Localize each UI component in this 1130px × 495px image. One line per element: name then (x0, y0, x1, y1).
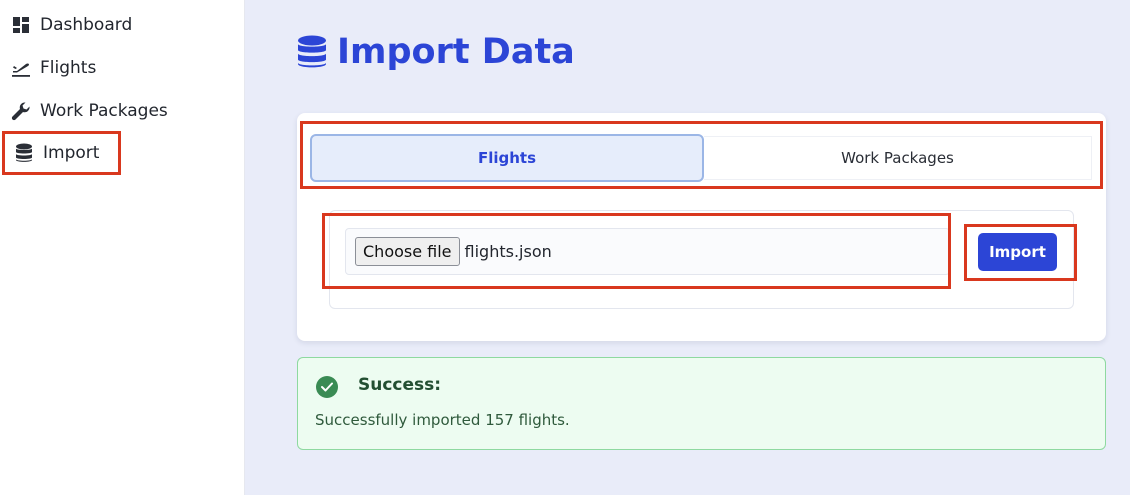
sidebar-item-work-packages[interactable]: Work Packages (10, 96, 168, 126)
sidebar-item-label: Flights (40, 58, 97, 78)
alert-title: Success: (358, 375, 442, 395)
success-alert: Success: Successfully imported 157 fligh… (297, 357, 1106, 450)
check-circle-icon (316, 376, 338, 398)
dashboard-icon (10, 14, 32, 36)
sidebar-item-label: Dashboard (40, 15, 133, 35)
page-title-text: Import Data (337, 32, 575, 72)
sidebar-item-import[interactable]: Import (2, 131, 121, 175)
sidebar: Dashboard Flights Work Packages Import (0, 0, 245, 495)
sidebar-item-flights[interactable]: Flights (10, 53, 96, 83)
sidebar-item-label: Work Packages (40, 101, 168, 121)
sidebar-item-label: Import (43, 143, 100, 163)
file-input-highlight-outline (322, 213, 951, 289)
database-icon (297, 35, 327, 69)
plane-departure-icon (10, 57, 32, 79)
sidebar-item-dashboard[interactable]: Dashboard (10, 10, 132, 40)
import-button[interactable]: Import (978, 233, 1057, 271)
tabs-highlight-outline (300, 121, 1103, 189)
wrench-icon (10, 100, 32, 122)
alert-message: Successfully imported 157 flights. (315, 411, 570, 429)
main-content: Import Data Flights Work Packages Choose… (245, 0, 1130, 495)
page-title: Import Data (297, 28, 575, 76)
database-icon (13, 142, 35, 164)
